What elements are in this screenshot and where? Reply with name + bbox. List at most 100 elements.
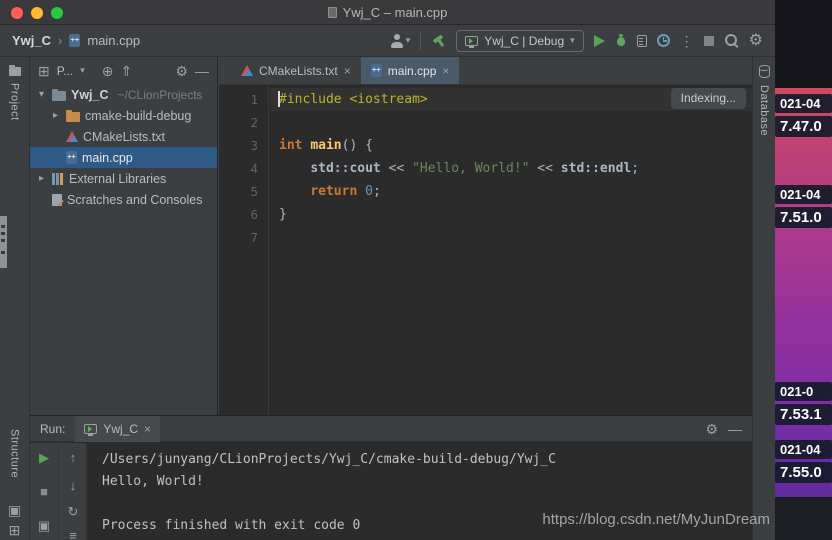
- coverage-button[interactable]: [636, 34, 647, 47]
- chevron-down-icon[interactable]: ▾: [36, 89, 47, 100]
- code-token: <<: [380, 161, 413, 176]
- window-controls: [11, 7, 63, 19]
- structure-stripe-label[interactable]: Structure: [0, 429, 29, 478]
- code-line[interactable]: return 0;: [270, 180, 752, 203]
- code-token: }: [279, 207, 287, 222]
- desktop-text-block: 021-0 7.53.1: [775, 382, 832, 428]
- toolbar: ▾ Ywj_C | Debug ▾ ⋮ ⚙: [390, 29, 763, 52]
- database-stripe-label[interactable]: Database: [753, 85, 775, 136]
- panel-settings-gear-button[interactable]: ⚙: [175, 64, 188, 78]
- editor-tab-main-cpp[interactable]: main.cpp ×: [360, 57, 460, 84]
- breadcrumb-separator-icon: ›: [58, 33, 63, 48]
- code-token: main: [310, 138, 342, 153]
- tree-item-cmakelists-txt[interactable]: CMakeLists.txt: [30, 126, 217, 147]
- hide-panel-button[interactable]: —: [195, 64, 209, 78]
- desktop-background: 021-04 7.47.0 021-04 7.51.0 021-0 7.53.1 021-0…: [775, 0, 832, 540]
- rerun-button[interactable]: ▶: [30, 451, 58, 464]
- close-tab-icon[interactable]: ×: [442, 64, 449, 78]
- project-stripe-label[interactable]: Project: [0, 83, 29, 121]
- project-tree: ▾ Ywj_C ~/CLionProjects ▸ cmake-build-debug C…: [30, 84, 217, 210]
- search-everywhere-button[interactable]: [724, 33, 739, 48]
- breadcrumb-project[interactable]: Ywj_C: [12, 33, 51, 48]
- code-token: () {: [341, 138, 373, 153]
- run-button[interactable]: [593, 34, 605, 47]
- database-icon: [758, 65, 770, 78]
- close-tab-icon[interactable]: ×: [144, 423, 151, 435]
- dump-console-button[interactable]: ▣: [30, 519, 58, 532]
- tree-item-ywj-c[interactable]: ▾ Ywj_C ~/CLionProjects: [30, 84, 217, 105]
- project-view-selector[interactable]: P...: [57, 64, 73, 78]
- line-number: 3: [250, 138, 258, 153]
- scroll-up-button[interactable]: ↑: [59, 451, 87, 464]
- breadcrumb-file[interactable]: main.cpp: [87, 33, 140, 48]
- code-line[interactable]: [270, 226, 752, 249]
- text-caret: [278, 91, 280, 107]
- code-token: int: [279, 138, 311, 153]
- tool-window-button[interactable]: ▣: [0, 503, 29, 517]
- collapse-all-button[interactable]: ⇑: [120, 64, 132, 78]
- scroll-down-button[interactable]: ↓: [59, 479, 87, 492]
- left-tool-stripe: Project Structure ▣ ⊞: [0, 57, 30, 540]
- app-monitor-icon: [84, 423, 98, 436]
- tool-window-button[interactable]: ⊞: [0, 523, 29, 537]
- run-settings-gear-button[interactable]: ⚙: [705, 422, 718, 436]
- run-toolbar-column-1: ▶ ■ ▣: [30, 443, 58, 540]
- stop-button[interactable]: [703, 35, 714, 46]
- user-menu-button[interactable]: ▾: [390, 33, 410, 48]
- watermark-url: https://blog.csdn.net/MyJunDream: [542, 511, 770, 528]
- code-line[interactable]: std::cout << "Hello, World!" << std::end…: [270, 157, 752, 180]
- tree-item-main-cpp[interactable]: main.cpp: [30, 147, 217, 168]
- editor-tab-cmakelists-txt[interactable]: CMakeLists.txt ×: [231, 57, 361, 84]
- console-options-button[interactable]: ≡: [59, 529, 87, 540]
- minimize-window-button[interactable]: [31, 7, 43, 19]
- code-line[interactable]: int main() {: [270, 134, 752, 157]
- hide-run-panel-button[interactable]: —: [728, 422, 742, 436]
- background-window-fragment: [775, 0, 832, 88]
- navigation-bar: Ywj_C › main.cpp ▾ Ywj_C | Debug ▾: [0, 25, 775, 57]
- tree-item-external-libraries[interactable]: ▸ External Libraries: [30, 168, 217, 189]
- code-area[interactable]: #include <iostream> int main() { std::cou…: [270, 88, 752, 249]
- code-token: std::endl: [560, 161, 632, 176]
- zoom-window-button[interactable]: [51, 7, 63, 19]
- stop-button[interactable]: ■: [30, 485, 58, 498]
- cpp-file-icon: [69, 34, 81, 47]
- run-tab[interactable]: Ywj_C ×: [75, 415, 161, 442]
- close-window-button[interactable]: [11, 7, 23, 19]
- settings-gear-button[interactable]: ⚙: [749, 32, 763, 49]
- code-line[interactable]: }: [270, 203, 752, 226]
- database-label: Database: [758, 85, 770, 137]
- locate-file-button[interactable]: ⊕: [102, 64, 114, 78]
- code-token: <iostream>: [349, 92, 428, 107]
- chevron-right-icon[interactable]: ▸: [50, 110, 61, 121]
- desktop-text-line: 7.55.0: [775, 462, 832, 483]
- debug-bug-button[interactable]: [615, 34, 627, 47]
- folder-icon: [52, 88, 66, 101]
- build-hammer-button[interactable]: [431, 34, 446, 48]
- more-actions-icon[interactable]: ⋮: [680, 34, 694, 48]
- database-stripe-button[interactable]: [753, 65, 775, 78]
- scratches-icon: [52, 193, 62, 206]
- code-line[interactable]: [270, 111, 752, 134]
- soft-wrap-button[interactable]: ↻: [59, 505, 87, 518]
- chevron-right-icon[interactable]: ▸: [36, 173, 47, 184]
- tree-item-cmake-build-debug[interactable]: ▸ cmake-build-debug: [30, 105, 217, 126]
- desktop-text-line: 021-04: [775, 440, 832, 459]
- folder-icon: [8, 65, 21, 76]
- tree-item-scratches-and-consoles[interactable]: Scratches and Consoles: [30, 189, 217, 210]
- editor-gutter: 1 2 3 4 5 6 7: [219, 86, 269, 415]
- profiler-button[interactable]: [656, 34, 670, 47]
- run-configuration-selector[interactable]: Ywj_C | Debug ▾: [456, 29, 584, 52]
- indexing-status-badge: Indexing...: [670, 88, 746, 109]
- desktop-text-line: 7.53.1: [775, 404, 832, 425]
- desktop-text-block: 021-04 7.51.0: [775, 185, 832, 231]
- close-tab-icon[interactable]: ×: [344, 64, 351, 78]
- run-tab-label: Ywj_C: [103, 421, 139, 436]
- project-stripe-button[interactable]: [0, 65, 29, 76]
- document-icon: [327, 6, 337, 18]
- editor-body[interactable]: 1 2 3 4 5 6 7 #include <iostream> int main() { …: [219, 86, 752, 415]
- desktop-text-line: 7.51.0: [775, 207, 832, 228]
- project-view-icon: ⊞: [38, 62, 50, 79]
- line-number: 7: [250, 230, 258, 245]
- titlebar: Ywj_C – main.cpp: [0, 0, 775, 25]
